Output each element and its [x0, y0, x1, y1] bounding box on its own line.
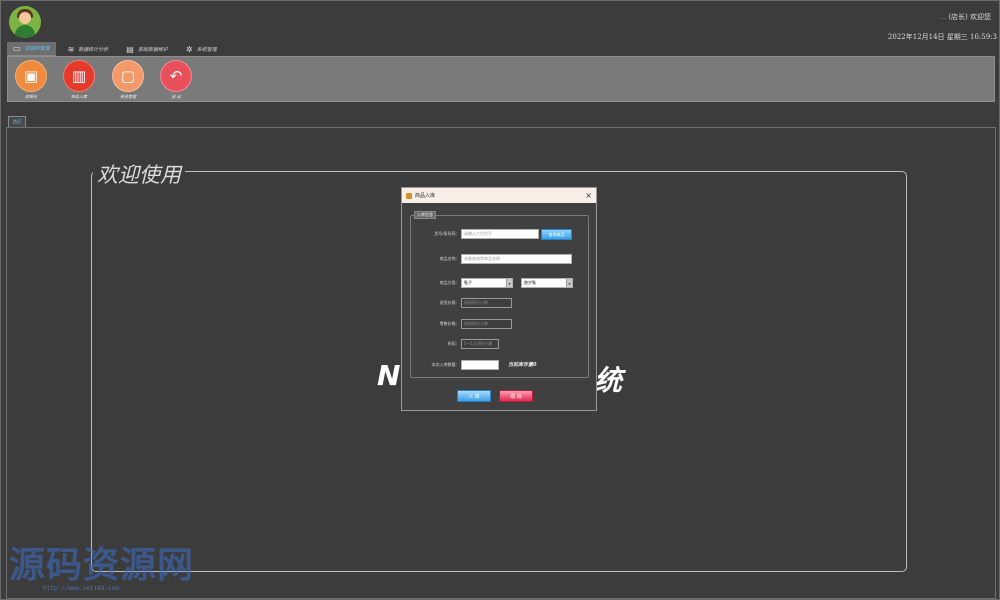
product-name-input[interactable]: 未能查询到商品名称 — [461, 254, 572, 264]
close-icon[interactable]: × — [585, 191, 592, 200]
member-button[interactable]: ▢ 会员管理 — [108, 60, 148, 100]
discount-input[interactable]: 0~1之间的小数 — [461, 339, 499, 349]
cashier-icon: ▣ — [15, 60, 47, 92]
stock-in-submit-button[interactable]: 入 库 — [457, 390, 491, 402]
watermark-url: http://www.net188.com — [43, 585, 119, 592]
user-greeting: ... (店长) 欢迎您 — [939, 12, 991, 22]
purchase-price-row: 进货价格: 保留两位小数 — [402, 298, 598, 308]
retail-price-label: 零售价格: — [439, 321, 457, 326]
member-card-icon: ▢ — [112, 60, 144, 92]
dialog-titlebar[interactable]: 商品入库 × — [402, 188, 596, 203]
stock-in-label: 商品入库 — [71, 94, 87, 99]
welcome-title: 欢迎使用 — [93, 159, 185, 189]
category-value: 鞋子 — [464, 280, 472, 285]
chevron-down-icon: ▾ — [566, 279, 572, 287]
tab-system[interactable]: ✲ 系统管理 — [180, 42, 223, 56]
chevron-down-icon: ▾ — [506, 279, 512, 287]
tab-statistics[interactable]: ≋ 数据统计分析 — [62, 42, 115, 56]
gear-icon: ✲ — [185, 44, 193, 54]
avatar-body — [15, 25, 35, 38]
barcode-label: 货号/条形码: — [434, 231, 457, 236]
system-name-right: 统 — [594, 364, 623, 397]
member-label: 会员管理 — [120, 94, 136, 99]
document-icon: ▤ — [126, 44, 134, 54]
tab-base-data[interactable]: ▤ 基础数据维护 — [120, 42, 174, 56]
stock-in-dialog: 商品入库 × 入库信息 货号/条形码: 请输入六位货号 查询商品 商品名称: 未… — [401, 187, 597, 411]
category-select[interactable]: 鞋子 ▾ — [461, 278, 513, 288]
cancel-button[interactable]: 取 消 — [499, 390, 533, 402]
cashier-button[interactable]: ▣ 收银台 — [11, 60, 51, 100]
subcategory-value: 跑步鞋 — [524, 280, 536, 285]
watermark-text: 源码资源网 — [9, 545, 195, 586]
discount-row: 折扣: 0~1之间的小数 — [402, 339, 598, 349]
group-legend: 入库信息 — [414, 211, 436, 219]
retail-price-input[interactable]: 保留两位小数 — [461, 319, 512, 329]
user-avatar[interactable] — [9, 6, 41, 38]
name-label: 商品名称: — [439, 256, 457, 261]
quantity-row: 本次入库数量: 当前库存量0 — [402, 360, 598, 370]
retail-price-row: 零售价格: 保留两位小数 — [402, 319, 598, 329]
tab-system-label: 系统管理 — [196, 46, 217, 53]
user-role: (店长) 欢迎您 — [948, 13, 991, 21]
category-row: 商品分类: 鞋子 ▾ 跑步鞋 ▾ — [402, 278, 598, 288]
barcode-row: 货号/条形码: 请输入六位货号 查询商品 — [402, 229, 598, 240]
subcategory-select[interactable]: 跑步鞋 ▾ — [521, 278, 573, 288]
cashier-label: 收银台 — [25, 94, 37, 99]
toolbar: ▣ 收银台 ▥ 商品入库 ▢ 会员管理 ↶ 退 出 — [7, 56, 995, 102]
avatar-head — [19, 12, 31, 24]
undo-icon: ↶ — [160, 60, 192, 92]
monitor-icon: ▭ — [13, 44, 21, 53]
stock-in-button[interactable]: ▥ 商品入库 — [59, 60, 99, 100]
quantity-input[interactable] — [461, 360, 499, 370]
purchase-price-label: 进货价格: — [439, 300, 457, 305]
name-row: 商品名称: 未能查询到商品名称 — [402, 254, 598, 264]
discount-label: 折扣: — [447, 341, 457, 346]
datetime-display: 2022年12月14日 星期三 16:59:3 — [887, 33, 997, 41]
dialog-title: 商品入库 — [415, 193, 436, 199]
current-stock-text: 当前库存量0 — [508, 362, 537, 368]
menu-tabs: ▭ 进销存管理 ≋ 数据统计分析 ▤ 基础数据维护 ✲ 系统管理 — [7, 42, 229, 56]
barcode-input[interactable]: 请输入六位货号 — [461, 229, 539, 239]
query-product-button[interactable]: 查询商品 — [541, 229, 572, 240]
main-window: ... (店长) 欢迎您 2022年12月14日 星期三 16:59:3 ▭ 进… — [0, 0, 1000, 600]
tab-inventory-label: 进销存管理 — [24, 46, 50, 52]
tab-home[interactable]: 首页 — [8, 116, 26, 127]
exit-button[interactable]: ↶ 退 出 — [156, 60, 196, 100]
system-name-left: N — [377, 359, 401, 392]
exit-label: 退 出 — [171, 94, 181, 99]
layers-icon: ≋ — [67, 44, 75, 54]
tab-inventory[interactable]: ▭ 进销存管理 — [7, 42, 56, 56]
user-name: ... — [939, 13, 947, 21]
dialog-app-icon — [406, 192, 412, 199]
purchase-price-input[interactable]: 保留两位小数 — [461, 298, 512, 308]
quantity-label: 本次入库数量: — [431, 362, 457, 367]
clipboard-icon: ▥ — [63, 60, 95, 92]
tab-base-data-label: 基础数据维护 — [137, 46, 168, 53]
tab-statistics-label: 数据统计分析 — [78, 46, 109, 53]
category-label: 商品分类: — [439, 280, 457, 285]
